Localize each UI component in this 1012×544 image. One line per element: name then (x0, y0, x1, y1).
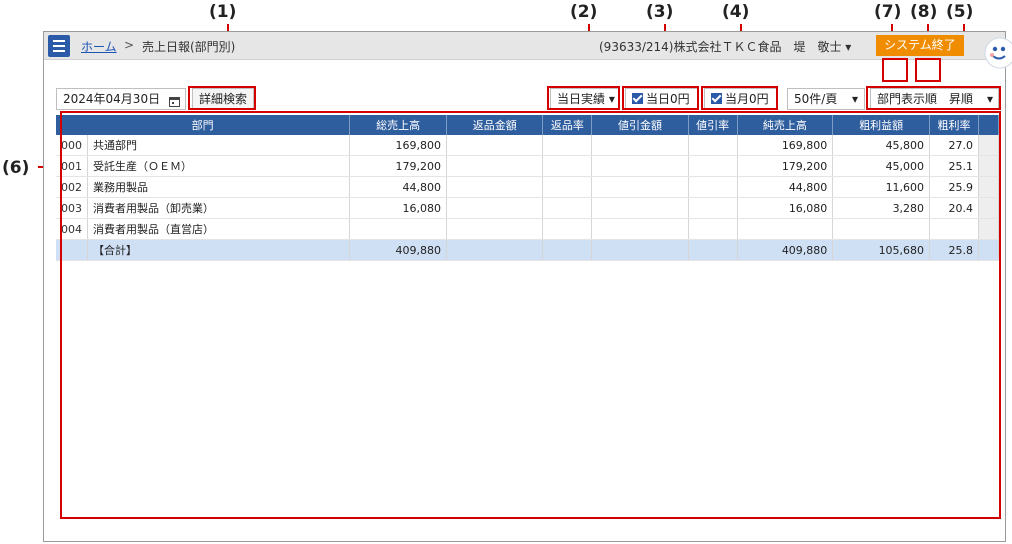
system-exit-button[interactable]: システム終了 (876, 35, 964, 56)
sub-toolbar: ? (44, 60, 1005, 108)
title-bar: ホーム > 売上日報(部門別) (93633/214)株式会社ＴＫＣ食品 堤 敬… (44, 32, 1005, 60)
callout-8: (8) (910, 2, 938, 22)
per-page-select[interactable]: 50件/頁 ▾ (787, 88, 865, 110)
breadcrumb-separator: > (124, 38, 135, 52)
annotation-box-6 (60, 111, 1001, 519)
breadcrumb-home-link[interactable]: ホーム (81, 38, 117, 55)
mascot-avatar[interactable] (982, 36, 1012, 70)
callout-3: (3) (646, 2, 674, 22)
calendar-icon[interactable] (169, 93, 180, 113)
per-page-value: 50件/頁 (794, 92, 838, 106)
date-value: 2024年04月30日 (63, 92, 161, 106)
annotation-box-1 (188, 86, 256, 110)
annotation-box-2 (547, 86, 620, 110)
annotation-box-8 (915, 58, 941, 82)
callout-2: (2) (570, 2, 598, 22)
callout-4: (4) (722, 2, 750, 22)
annotation-box-5 (866, 86, 1001, 110)
callout-1: (1) (209, 2, 237, 22)
page-title: 売上日報(部門別) (142, 40, 236, 54)
user-menu[interactable]: (93633/214)株式会社ＴＫＣ食品 堤 敬士 ▾ (599, 38, 851, 55)
callout-7: (7) (874, 2, 902, 22)
annotation-box-3 (622, 86, 699, 110)
date-field[interactable]: 2024年04月30日 (56, 88, 186, 110)
callout-5: (5) (946, 2, 974, 22)
callout-6: (6) (2, 158, 30, 178)
annotation-box-7 (882, 58, 908, 82)
hamburger-menu-icon[interactable] (48, 35, 70, 57)
chevron-down-icon: ▾ (851, 92, 858, 106)
annotation-box-4 (701, 86, 778, 110)
